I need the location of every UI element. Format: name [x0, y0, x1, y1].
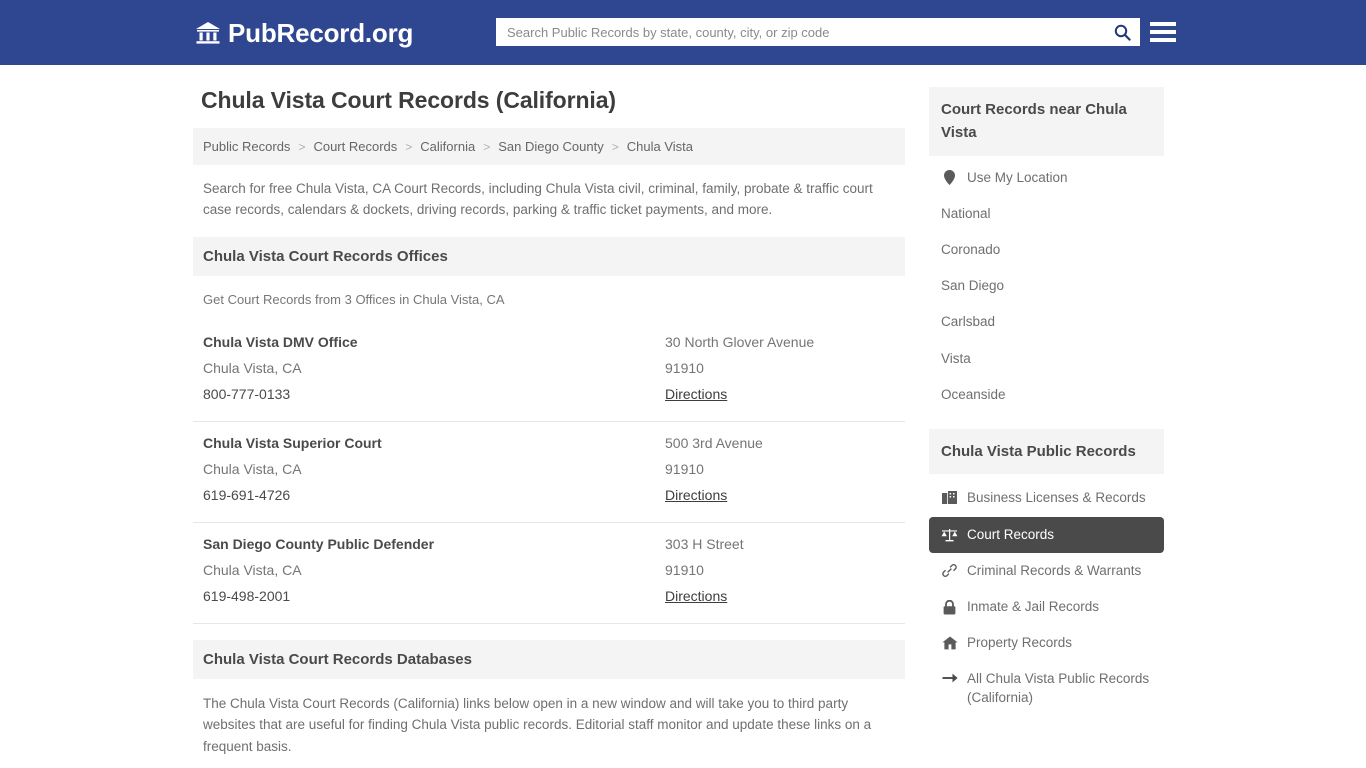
site-logo[interactable]: PubRecord.org: [195, 20, 413, 46]
search-button[interactable]: [1105, 19, 1139, 45]
sidebar-item-label: Carlsbad: [941, 314, 996, 330]
office-row: Chula Vista DMV Office Chula Vista, CA 8…: [193, 321, 905, 422]
sidebar-item-all-public-records[interactable]: All Chula Vista Public Records (Californ…: [929, 661, 1164, 715]
breadcrumb: Public Records > Court Records > Califor…: [193, 128, 905, 165]
sidebar-item-court-records[interactable]: Court Records: [929, 516, 1164, 553]
sidebar-item-business-licenses[interactable]: Business Licenses & Records: [929, 480, 1164, 516]
breadcrumb-item-california[interactable]: California: [420, 139, 475, 154]
search-bar: [496, 18, 1140, 46]
office-street: 303 H Street: [665, 535, 744, 552]
office-details: San Diego County Public Defender Chula V…: [203, 531, 665, 609]
lock-icon: [941, 599, 958, 615]
office-name: Chula Vista Superior Court: [203, 434, 382, 451]
sidebar-item-label: Oceanside: [941, 386, 1006, 402]
breadcrumb-item-chula-vista: Chula Vista: [626, 139, 693, 154]
office-directions-link[interactable]: Directions: [665, 583, 727, 609]
page-body: Chula Vista Court Records (California) P…: [0, 65, 1366, 768]
sidebar-item-label: Property Records: [967, 635, 1073, 651]
office-name: San Diego County Public Defender: [203, 535, 435, 552]
office-city-state: Chula Vista, CA: [203, 460, 302, 477]
sidebar-item-label: All Chula Vista Public Records (Californ…: [967, 671, 1150, 705]
bank-building-icon: [195, 21, 221, 45]
office-zip: 91910: [665, 460, 704, 477]
databases-section-heading: Chula Vista Court Records Databases: [193, 639, 905, 679]
offices-section-heading: Chula Vista Court Records Offices: [193, 236, 905, 276]
sidebar: Court Records near Chula Vista Use My Lo…: [929, 87, 1164, 768]
map-pin-icon: [941, 170, 958, 186]
office-street: 500 3rd Avenue: [665, 434, 763, 451]
logo-text: PubRecord.org: [228, 17, 414, 48]
hamburger-menu-icon[interactable]: [1150, 19, 1176, 45]
offices-count-note: Get Court Records from 3 Offices in Chul…: [203, 291, 505, 307]
sidebar-item-label: Business Licenses & Records: [967, 490, 1146, 506]
office-name: Chula Vista DMV Office: [203, 333, 358, 350]
office-phone: 800-777-0133: [203, 385, 291, 402]
sidebar-item-criminal-records[interactable]: Criminal Records & Warrants: [929, 553, 1164, 589]
office-zip: 91910: [665, 561, 704, 578]
sidebar-item-inmate-jail-records[interactable]: Inmate & Jail Records: [929, 589, 1164, 625]
sidebar-nearby-heading: Court Records near Chula Vista: [929, 87, 1164, 156]
databases-intro-text: The Chula Vista Court Records (Californi…: [203, 695, 872, 755]
office-city-state: Chula Vista, CA: [203, 561, 302, 578]
sidebar-item-property-records[interactable]: Property Records: [929, 625, 1164, 661]
breadcrumb-item-san-diego-county[interactable]: San Diego County: [498, 139, 604, 154]
office-directions-link[interactable]: Directions: [665, 381, 727, 407]
page-intro-text: Search for free Chula Vista, CA Court Re…: [203, 181, 873, 217]
sidebar-item-use-my-location[interactable]: Use My Location: [929, 160, 1164, 196]
office-details: Chula Vista DMV Office Chula Vista, CA 8…: [203, 329, 665, 407]
sidebar-public-records-heading: Chula Vista Public Records: [929, 429, 1164, 475]
sidebar-item-label: Use My Location: [967, 169, 1068, 185]
office-address: 303 H Street 91910 Directions: [665, 531, 895, 609]
site-header: PubRecord.org: [0, 0, 1366, 65]
sidebar-item-label: Inmate & Jail Records: [967, 598, 1100, 614]
databases-section: Chula Vista Court Records Databases The …: [193, 639, 905, 768]
sidebar-item-national[interactable]: National: [929, 196, 1164, 232]
office-street: 30 North Glover Avenue: [665, 333, 815, 350]
sidebar-item-carlsbad[interactable]: Carlsbad: [929, 304, 1164, 340]
sidebar-item-label: National: [941, 205, 991, 221]
sidebar-item-label: Court Records: [967, 526, 1055, 542]
scales-of-justice-icon: [941, 528, 958, 542]
sidebar-item-label: Coronado: [941, 241, 1001, 257]
breadcrumb-item-court-records[interactable]: Court Records: [313, 139, 397, 154]
sidebar-public-records-block: Chula Vista Public Records Business Lice…: [929, 429, 1164, 716]
office-zip: 91910: [665, 359, 704, 376]
main-content: Chula Vista Court Records (California) P…: [193, 87, 905, 768]
sidebar-item-label: Vista: [941, 350, 971, 366]
sidebar-item-label: Criminal Records & Warrants: [967, 562, 1142, 578]
office-address: 500 3rd Avenue 91910 Directions: [665, 430, 895, 508]
sidebar-item-vista[interactable]: Vista: [929, 341, 1164, 377]
search-input[interactable]: [497, 19, 1105, 45]
briefcase-icon: [941, 491, 958, 505]
sidebar-nearby-list: Use My Location National Coronado San Di…: [929, 156, 1164, 414]
office-row: San Diego County Public Defender Chula V…: [193, 523, 905, 624]
breadcrumb-separator: >: [483, 139, 491, 154]
office-address: 30 North Glover Avenue 91910 Directions: [665, 329, 895, 407]
page-title: Chula Vista Court Records (California): [201, 87, 616, 113]
sidebar-item-san-diego[interactable]: San Diego: [929, 268, 1164, 304]
breadcrumb-separator: >: [405, 139, 413, 154]
office-details: Chula Vista Superior Court Chula Vista, …: [203, 430, 665, 508]
sidebar-item-label: San Diego: [941, 278, 1005, 294]
chain-link-icon: [941, 563, 958, 578]
search-icon: [1114, 24, 1131, 41]
office-phone: 619-498-2001: [203, 587, 291, 604]
office-row: Chula Vista Superior Court Chula Vista, …: [193, 422, 905, 523]
office-directions-link[interactable]: Directions: [665, 482, 727, 508]
breadcrumb-separator: >: [298, 139, 306, 154]
arrow-right-icon: [941, 670, 958, 684]
sidebar-item-oceanside[interactable]: Oceanside: [929, 377, 1164, 413]
sidebar-item-coronado[interactable]: Coronado: [929, 232, 1164, 268]
home-icon: [941, 636, 958, 650]
office-city-state: Chula Vista, CA: [203, 359, 302, 376]
sidebar-public-records-list: Business Licenses & Records Court Record…: [929, 474, 1164, 716]
office-phone: 619-691-4726: [203, 486, 291, 503]
breadcrumb-separator: >: [611, 139, 619, 154]
breadcrumb-item-public-records[interactable]: Public Records: [203, 139, 290, 154]
